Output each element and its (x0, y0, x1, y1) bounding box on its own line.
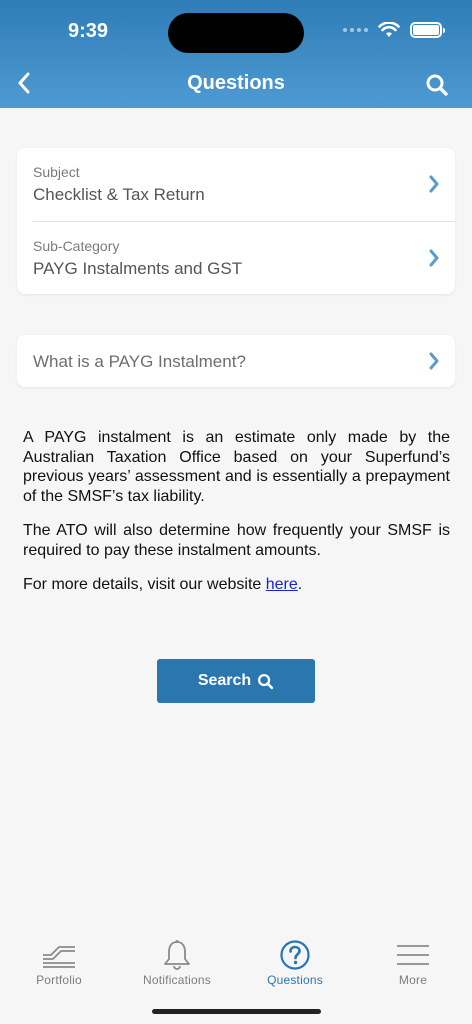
dynamic-island (168, 13, 304, 53)
tab-label: More (398, 973, 428, 987)
period-text: . (297, 576, 303, 593)
search-icon (258, 673, 274, 689)
bell-icon (164, 940, 190, 970)
question-card: What is a PAYG Instalment? (17, 335, 455, 387)
sub-category-value: PAYG Instalments and GST (33, 259, 243, 278)
question-selector[interactable]: What is a PAYG Instalment? (17, 335, 455, 387)
tab-notifications[interactable]: Notifications (118, 938, 236, 987)
chevron-right-icon (429, 175, 439, 193)
home-indicator (152, 1009, 321, 1014)
tab-portfolio[interactable]: Portfolio (0, 938, 118, 987)
answer-paragraph: For more details, visit our website here… (23, 575, 450, 595)
tab-label: Notifications (143, 973, 211, 987)
top-header: 9:39 Questions (0, 0, 472, 108)
website-link[interactable]: here (266, 576, 298, 593)
subject-label: Subject (33, 164, 80, 180)
answer-text: A PAYG instalment is an estimate only ma… (23, 428, 450, 610)
battery-icon (410, 22, 445, 38)
portfolio-chart-icon (43, 946, 75, 968)
status-time: 9:39 (68, 20, 109, 42)
question-circle-icon (280, 940, 310, 970)
search-button-label: Search (197, 672, 252, 689)
page-title: Questions (187, 72, 285, 94)
answer-paragraph: A PAYG instalment is an estimate only ma… (23, 429, 450, 505)
cellular-signal-icon (343, 28, 368, 32)
question-value: What is a PAYG Instalment? (33, 352, 246, 371)
subject-value: Checklist & Tax Return (33, 185, 205, 204)
wifi-icon (378, 22, 400, 37)
tab-label: Questions (267, 973, 323, 987)
more-details-text: For more details, visit our website (23, 576, 266, 593)
search-icon (426, 74, 448, 96)
status-icons (343, 22, 445, 38)
header-search-button[interactable] (422, 70, 452, 100)
tab-more[interactable]: More (354, 938, 472, 987)
chevron-right-icon (429, 249, 439, 267)
answer-paragraph: The ATO will also determine how frequent… (23, 522, 450, 559)
hamburger-menu-icon (397, 945, 429, 965)
tab-questions[interactable]: Questions (236, 938, 354, 987)
sub-category-label: Sub-Category (33, 238, 120, 254)
filter-card: Subject Checklist & Tax Return Sub-Categ… (17, 148, 455, 294)
chevron-right-icon (429, 352, 439, 370)
subject-selector[interactable]: Subject Checklist & Tax Return (17, 148, 455, 221)
search-button[interactable]: Search (157, 659, 315, 703)
sub-category-selector[interactable]: Sub-Category PAYG Instalments and GST (33, 221, 455, 294)
tab-label: Portfolio (36, 973, 82, 987)
